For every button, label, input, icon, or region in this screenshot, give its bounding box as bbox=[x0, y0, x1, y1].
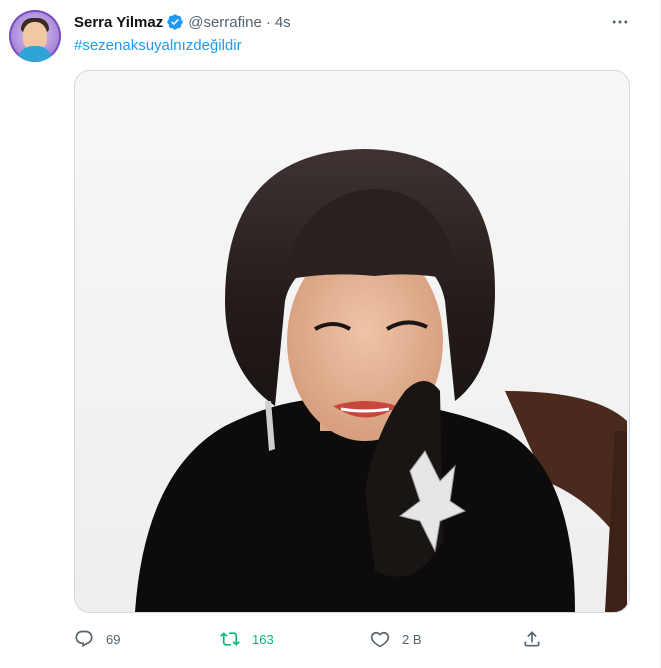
separator-dot: · bbox=[265, 13, 271, 31]
tweet-photo[interactable] bbox=[74, 70, 630, 613]
like-button[interactable]: 2 B bbox=[370, 624, 422, 654]
retweet-icon bbox=[220, 632, 240, 646]
photo-illustration bbox=[75, 71, 629, 612]
reply-count: 69 bbox=[106, 631, 121, 647]
reply-icon bbox=[75, 630, 93, 648]
reply-button[interactable]: 69 bbox=[74, 624, 120, 654]
retweet-button[interactable]: 163 bbox=[220, 624, 274, 654]
verified-badge-icon bbox=[166, 13, 184, 31]
display-name[interactable]: Serra Yilmaz bbox=[74, 14, 163, 31]
tweet-header: Serra Yilmaz @serrafine · 4s bbox=[74, 12, 291, 32]
heart-icon bbox=[370, 631, 390, 648]
tweet-actions: 69 163 2 B bbox=[74, 624, 544, 654]
hashtag-link[interactable]: #sezenaksuyalnızdeğildir bbox=[74, 37, 242, 54]
retweet-count: 163 bbox=[252, 631, 274, 647]
tweet-timestamp[interactable]: 4s bbox=[275, 14, 291, 31]
share-button[interactable] bbox=[522, 624, 542, 654]
more-options-button[interactable] bbox=[608, 10, 632, 34]
like-count: 2 B bbox=[402, 631, 422, 647]
user-handle[interactable]: @serrafine bbox=[188, 14, 262, 31]
more-horizontal-icon bbox=[612, 20, 628, 24]
avatar-shirt bbox=[17, 46, 53, 62]
share-icon bbox=[524, 631, 540, 647]
tweet-card[interactable]: Serra Yilmaz @serrafine · 4s #sezenaksuy… bbox=[0, 0, 661, 668]
avatar[interactable] bbox=[9, 10, 61, 62]
